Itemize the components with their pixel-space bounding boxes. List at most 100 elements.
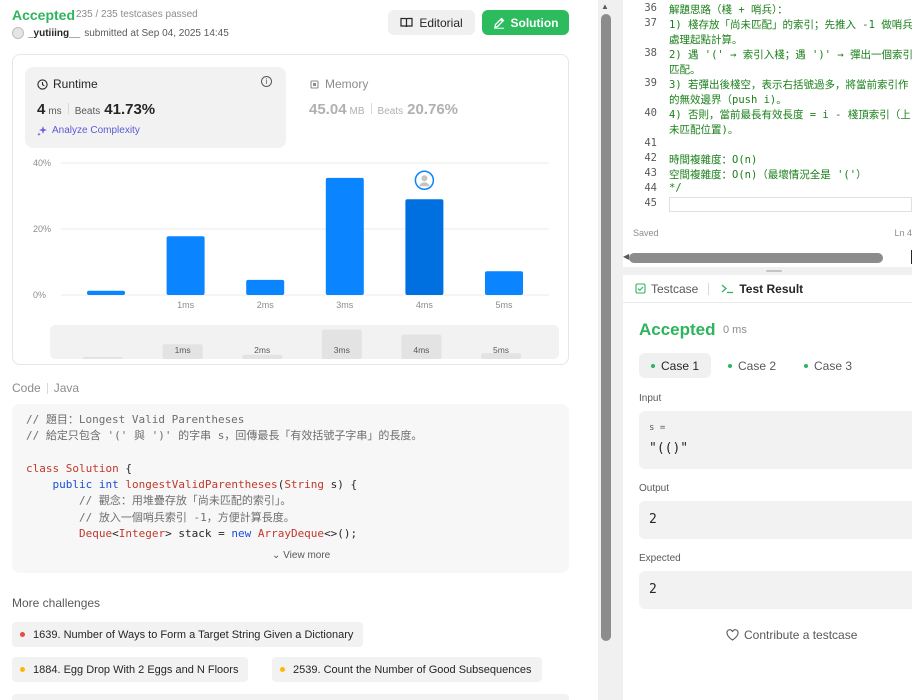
line-number: 38 xyxy=(644,47,657,59)
line-number: 41 xyxy=(644,137,657,149)
case-tab-2[interactable]: Case 2 xyxy=(716,353,788,378)
editorial-button[interactable]: Editorial xyxy=(388,10,475,35)
line-number: 36 xyxy=(644,2,657,14)
panel-resize-handle[interactable] xyxy=(616,0,622,700)
editor-line: 解題思路（棧 + 哨兵）： xyxy=(669,4,788,16)
challenge-item[interactable]: 2539. Count the Number of Good Subsequen… xyxy=(272,657,542,682)
left-scrollbar-thumb[interactable] xyxy=(601,14,611,641)
y-tick-label: 0% xyxy=(33,290,46,300)
code-line: // 給定只包含 '(' 與 ')' 的字串 s，回傳最長「有效括號子字串」的長… xyxy=(26,429,423,443)
result-runtime: 0 ms xyxy=(723,324,747,336)
runtime-beats-label: Beats xyxy=(74,106,101,117)
expected-value: 2 xyxy=(649,582,657,597)
clock-icon xyxy=(37,78,48,90)
mini-bar xyxy=(83,356,123,359)
code-content: // 題目：Longest Valid Parentheses // 給定只包含… xyxy=(26,412,422,542)
performance-card: Runtime i 4 ms Beats 41.73% Analyze Comp… xyxy=(12,54,569,365)
more-challenges-label: More challenges xyxy=(12,596,101,610)
output-label: Output xyxy=(639,483,670,494)
editor-line: 未匹配位置)。 xyxy=(669,124,739,136)
runtime-distribution-chart[interactable]: 0% 20% 40% 1ms 2ms 3ms 4ms 5ms 1ms 2ms 3ms 4ms 5ms xyxy=(13,150,568,362)
challenge-title: 1884. Egg Drop With 2 Eggs and N Floors xyxy=(33,663,239,676)
chevron-down-icon: ⌄ xyxy=(272,550,281,561)
pass-dot xyxy=(804,363,808,368)
view-more-button[interactable]: ⌄ View more xyxy=(272,550,330,561)
current-line-highlight xyxy=(669,197,912,212)
memory-icon xyxy=(310,79,319,89)
info-icon[interactable]: i xyxy=(261,76,272,87)
book-icon xyxy=(400,17,413,28)
editorial-label: Editorial xyxy=(419,15,463,30)
pass-dot xyxy=(728,363,732,368)
memory-beats: 20.76% xyxy=(407,101,458,118)
chart-bar[interactable] xyxy=(166,236,205,295)
avatar[interactable] xyxy=(12,27,24,39)
x-tick-label: 4ms xyxy=(416,300,434,310)
editor-line: 空間複雜度：O(n)（最壞情況全是 '('） xyxy=(669,169,867,181)
memory-unit: MB xyxy=(349,106,365,117)
challenge-item[interactable] xyxy=(12,694,569,700)
submitted-at: submitted at Sep 04, 2025 14:45 xyxy=(84,27,229,39)
chart-bar[interactable] xyxy=(405,199,444,295)
challenge-item[interactable]: 1639. Number of Ways to Form a Target St… xyxy=(12,622,364,647)
challenge-item[interactable]: 1884. Egg Drop With 2 Eggs and N Floors xyxy=(12,657,249,682)
line-number: 40 xyxy=(644,107,657,119)
code-section-label: Code Java xyxy=(12,381,79,395)
tab-testcase[interactable]: Testcase xyxy=(623,282,698,296)
editor-resize-handle[interactable] xyxy=(623,267,912,275)
chart-bar[interactable] xyxy=(246,279,285,295)
heart-icon xyxy=(726,629,739,641)
chart-bar[interactable] xyxy=(485,271,523,295)
y-tick-label: 40% xyxy=(33,158,51,168)
editor-line: 3) 若彈出後棧空，表示右括號過多，將當前索引作 xyxy=(669,79,909,91)
editor-line: 的無效邊界（push i)。 xyxy=(669,94,787,106)
chart-bar[interactable] xyxy=(325,177,364,295)
editor-horizontal-scrollbar[interactable] xyxy=(629,253,883,263)
code-editor[interactable]: 36 解題思路（棧 + 哨兵）： 37 1) 棧存放「尚未匹配」的索引；先推入 -1 … xyxy=(623,0,912,267)
view-more-label: View more xyxy=(283,550,331,561)
runtime-unit: ms xyxy=(48,106,62,117)
mini-tick-label: 3ms xyxy=(334,345,350,355)
editor-line: 時間複雜度：O(n) xyxy=(669,154,758,166)
test-result-panel: Testcase Test Result Accepted 0 ms Case … xyxy=(623,275,912,700)
checkbox-icon xyxy=(635,283,646,294)
memory-values: 45.04 MB Beats 20.76% xyxy=(309,101,458,118)
scroll-up-arrow-icon[interactable]: ▲ xyxy=(601,2,609,11)
username[interactable]: _yutiiing__ xyxy=(28,28,80,39)
challenge-title: 1639. Number of Ways to Form a Target St… xyxy=(33,628,354,641)
contribute-testcase-button[interactable]: Contribute a testcase xyxy=(726,628,857,642)
x-tick-label: 3ms xyxy=(336,300,354,310)
memory-title[interactable]: Memory xyxy=(309,77,368,91)
cursor-position: Ln 4 xyxy=(894,228,912,238)
code-line: class Solution { xyxy=(26,461,132,475)
runtime-card[interactable]: Runtime i 4 ms Beats 41.73% Analyze Comp… xyxy=(25,67,286,148)
analyze-complexity-link[interactable]: Analyze Complexity xyxy=(37,125,140,136)
output-value: 2 xyxy=(649,512,657,527)
chart-bar[interactable] xyxy=(87,290,125,295)
code-line: Deque<Integer> stack = new ArrayDeque<>(… xyxy=(78,527,358,541)
code-line: // 放入一個哨兵索引 -1，方便計算長度。 xyxy=(26,510,295,524)
grip-icon xyxy=(766,270,782,272)
mini-tick-label: 2ms xyxy=(254,345,270,355)
result-tabs: Testcase Test Result xyxy=(623,275,912,303)
tab-test-result[interactable]: Test Result xyxy=(709,282,803,296)
analyze-label: Analyze Complexity xyxy=(52,125,140,136)
code-line: public int longestValidParentheses(Strin… xyxy=(52,478,358,492)
editor-line: 1) 棧存放「尚未匹配」的索引；先推入 -1 做哨兵 xyxy=(669,19,912,31)
code-block: // 題目：Longest Valid Parentheses // 給定只包含… xyxy=(12,404,569,573)
x-tick-label: 2ms xyxy=(257,300,275,310)
case-tab-1[interactable]: Case 1 xyxy=(639,353,712,378)
case-tab-3[interactable]: Case 3 xyxy=(792,353,864,378)
line-number: 42 xyxy=(644,152,657,164)
line-number: 43 xyxy=(644,167,657,179)
editor-line: 4) 否則，當前最長有效長度 = i - 棧頂索引（上 xyxy=(669,109,911,121)
solution-button[interactable]: Solution xyxy=(482,10,569,35)
input-value: "(()" xyxy=(649,441,689,456)
runtime-title: Runtime xyxy=(37,77,98,91)
challenge-title: 2539. Count the Number of Good Subsequen… xyxy=(293,663,532,676)
edit-icon xyxy=(493,17,504,29)
input-label: Input xyxy=(639,393,662,404)
memory-value: 45.04 xyxy=(309,101,347,118)
result-status: Accepted xyxy=(639,320,716,339)
code-line: // 觀念：用堆疊存放「尚未匹配的索引」。 xyxy=(26,494,292,508)
